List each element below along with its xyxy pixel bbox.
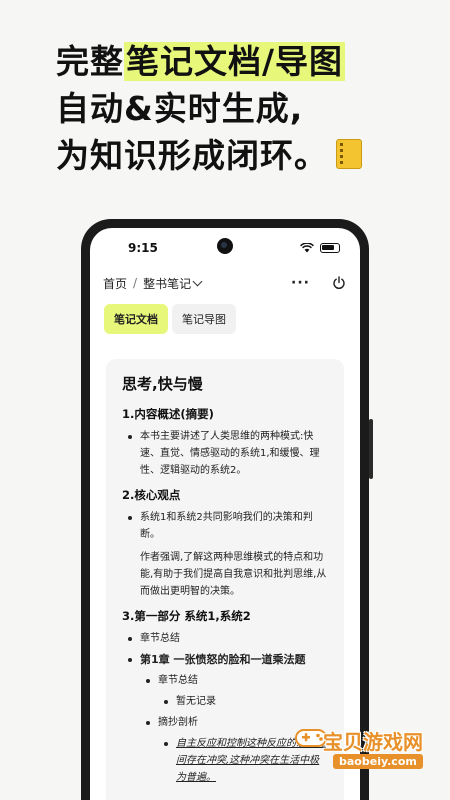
front-camera (217, 238, 233, 254)
breadcrumb-current-label: 整书笔记 (143, 276, 192, 291)
section-heading: 1.内容概述(摘要) (122, 407, 214, 421)
headline-line-3: 为知识形成闭环。 (56, 132, 426, 179)
power-icon[interactable] (332, 276, 346, 290)
phone-frame: 9:15 首页 / 整书笔记 ··· 笔记文档 笔记导图 思考,快与慢 1.内容… (81, 219, 373, 800)
status-time: 9:15 (128, 241, 158, 255)
doc-title: 思考,快与慢 (122, 375, 203, 393)
breadcrumb-current[interactable]: 整书笔记 (143, 275, 203, 292)
headline-line-2: 自动&实时生成, (56, 89, 304, 128)
section-heading: 2.核心观点 (122, 488, 181, 502)
paragraph: 作者强调,了解这两种思维模式的特点和功能,有助于我们提高自我意识和批判思维,从而… (140, 552, 327, 597)
tabs: 笔记文档 笔记导图 (90, 304, 360, 334)
tab-note-mindmap[interactable]: 笔记导图 (172, 304, 236, 334)
headline-highlight: 笔记文档/导图 (124, 42, 346, 81)
app-bar: 首页 / 整书笔记 ··· (90, 270, 360, 296)
status-icons (300, 243, 340, 253)
headline: 完整笔记文档/导图 自动&实时生成, 为知识形成闭环。 (56, 38, 426, 179)
section-heading: 3.第一部分 系统1,系统2 (122, 609, 251, 623)
more-icon[interactable]: ··· (291, 275, 310, 291)
breadcrumb-home[interactable]: 首页 (103, 275, 127, 292)
breadcrumb-separator: / (133, 276, 138, 290)
status-bar: 9:15 (90, 228, 360, 268)
watermark-url: baobeiy.com (333, 754, 423, 769)
phone-side-button (369, 419, 373, 479)
list-item: 章节总结 (122, 630, 328, 647)
phone-screen: 9:15 首页 / 整书笔记 ··· 笔记文档 笔记导图 思考,快与慢 1.内容… (90, 228, 360, 800)
list-item: 系统1和系统2共同影响我们的决策和判断。 (122, 509, 328, 543)
chevron-down-icon (192, 276, 203, 286)
watermark-text: 宝贝游戏网 (323, 730, 423, 754)
tab-note-document[interactable]: 笔记文档 (104, 304, 168, 334)
list-item: 暂无记录 (158, 693, 328, 710)
watermark: 宝贝游戏网 baobeiy.com (293, 722, 428, 778)
notebook-icon (336, 139, 362, 169)
chapter-heading: 第1章 一张愤怒的脸和一道乘法题 (122, 651, 328, 668)
battery-icon (320, 243, 340, 253)
list-item: 本书主要讲述了人类思维的两种模式:快速、直觉、情感驱动的系统1,和缓慢、理性、逻… (122, 428, 328, 479)
wifi-icon (300, 243, 314, 253)
list-item: 章节总结 (140, 672, 328, 689)
headline-line-1: 完整笔记文档/导图 (56, 42, 346, 81)
